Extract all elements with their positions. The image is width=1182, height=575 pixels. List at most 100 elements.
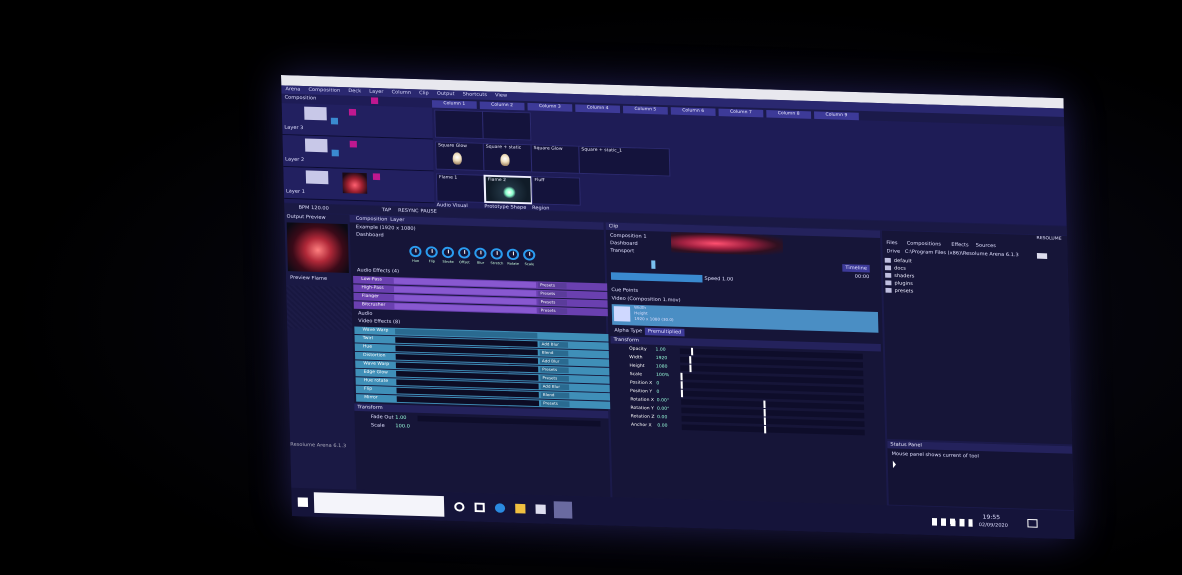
effect-preset-select[interactable]: Blend (539, 349, 569, 357)
effect-preset-select[interactable]: Presets (540, 366, 569, 374)
menu-view[interactable]: View (495, 92, 507, 101)
effect-preset-select[interactable]: Add Blur (540, 383, 570, 391)
tab-composition[interactable]: Composition (356, 215, 388, 223)
effect-preset-select[interactable]: Presets (538, 299, 568, 306)
layer-row-3[interactable]: Layer 3 (281, 103, 433, 140)
fade-value[interactable]: 1.00 (395, 414, 407, 422)
timeline-playhead[interactable] (651, 260, 656, 269)
effect-preset-select[interactable]: Presets (540, 400, 570, 407)
clip-transport-section[interactable]: Transport (610, 247, 634, 255)
param-slider-handle[interactable] (680, 389, 684, 398)
param-slider-handle[interactable] (763, 408, 766, 417)
column-header[interactable]: Column 5 (622, 105, 668, 115)
bpm-display[interactable]: BPM 120.00 (298, 204, 329, 212)
effect-preset-select[interactable]: Presets (538, 290, 567, 298)
cue-points-section[interactable]: Cue Points (611, 286, 638, 294)
speed-control[interactable]: Speed 1.00 (704, 275, 733, 283)
resolume-app-icon[interactable] (553, 501, 573, 519)
dashboard-section[interactable]: Dashboard (356, 231, 384, 239)
layer-row-2[interactable]: Layer 2 (282, 135, 434, 172)
menu-clip[interactable]: Clip (419, 89, 429, 98)
layer-clear-button[interactable] (372, 173, 381, 181)
file-explorer-icon[interactable] (515, 503, 526, 514)
param-value[interactable]: 0.00 (657, 423, 682, 431)
column-header[interactable]: Column 4 (575, 104, 621, 114)
param-value[interactable]: 100% (656, 372, 681, 380)
menu-output[interactable]: Output (437, 90, 455, 99)
pause-button[interactable]: PAUSE (420, 208, 437, 216)
effect-preset-select[interactable]: Add Blur (539, 358, 569, 365)
windows-start-icon[interactable] (297, 497, 309, 508)
dashboard-knob[interactable] (409, 245, 422, 258)
param-value[interactable]: 1080 (656, 364, 681, 372)
clip-flame-2-selected[interactable]: Flame 2 (483, 174, 534, 205)
column-header[interactable]: Column 3 (527, 102, 573, 112)
column-header[interactable]: Column 9 (814, 111, 859, 121)
dashboard-knob[interactable] (441, 246, 455, 259)
cortana-icon[interactable] (454, 502, 465, 512)
menu-shortcuts[interactable]: Shortcuts (463, 91, 488, 100)
param-slider-handle[interactable] (689, 364, 692, 373)
column-header[interactable]: Column 1 (431, 100, 477, 109)
clip-square-static-1[interactable]: Square + static_1 (578, 145, 671, 177)
layer-clear-button[interactable] (349, 140, 357, 148)
dashboard-knob[interactable] (474, 247, 487, 260)
tab-layer[interactable]: Layer (390, 216, 404, 224)
param-value[interactable]: 0.00° (657, 406, 682, 414)
tab-effects[interactable]: Effects (951, 241, 968, 249)
layer-row-1[interactable]: Layer 1 (283, 166, 435, 204)
effect-preset-select[interactable]: Presets (540, 375, 569, 382)
composition-clear-button[interactable] (370, 97, 379, 105)
edge-browser-icon[interactable] (494, 503, 506, 513)
effect-preset-select[interactable]: Add Blur (539, 341, 569, 348)
clip-fluff[interactable]: Fluff (531, 176, 581, 206)
resync-button[interactable]: RESYNC (398, 207, 419, 215)
param-value[interactable]: 1920 (656, 355, 681, 363)
action-center-icon[interactable] (1027, 518, 1038, 528)
param-value[interactable]: 0 (656, 389, 681, 397)
clock-date[interactable]: 02/09/2020 (979, 521, 1008, 529)
column-header[interactable]: Column 8 (766, 109, 812, 119)
alpha-type-select[interactable]: Premultiplied (644, 327, 685, 337)
dashboard-knob[interactable] (457, 247, 471, 259)
param-value[interactable]: 0 (656, 380, 681, 388)
param-slider-handle[interactable] (680, 372, 683, 381)
audio-effects-title[interactable]: Audio Effects (4) (357, 267, 399, 276)
task-view-icon[interactable] (474, 502, 485, 513)
param-value[interactable]: 0.00 (657, 414, 682, 422)
tab-compositions[interactable]: Compositions (907, 240, 942, 249)
tab-sources[interactable]: Sources (976, 242, 996, 250)
column-header[interactable]: Column 2 (479, 101, 525, 111)
system-tray-icons[interactable] (931, 518, 973, 527)
param-slider-handle[interactable] (764, 425, 767, 434)
video-effects-title[interactable]: Video Effects (8) (358, 317, 400, 326)
clip-slot[interactable] (434, 109, 484, 140)
clip-square-glow[interactable]: Square Glow (434, 141, 485, 172)
param-slider-handle[interactable] (763, 400, 766, 409)
effect-preset-select[interactable]: Presets (538, 282, 567, 289)
effect-preset-select[interactable]: Blend (540, 392, 570, 399)
drive-select[interactable]: Drive (886, 248, 900, 256)
param-value[interactable]: 1.00 (655, 347, 680, 355)
timeline-button[interactable]: Timeline (842, 264, 871, 273)
param-slider-handle[interactable] (763, 417, 767, 425)
scale-value[interactable]: 100.0 (395, 422, 410, 430)
folder-item[interactable]: presets (885, 287, 913, 295)
dashboard-knob[interactable] (506, 248, 520, 261)
clip-slot[interactable] (481, 110, 532, 141)
param-value[interactable]: 0.00° (657, 397, 682, 405)
column-header[interactable]: Column 7 (718, 108, 764, 118)
store-icon[interactable] (535, 504, 546, 515)
tap-button[interactable]: TAP (382, 206, 391, 214)
view-toggle-icon[interactable] (1036, 253, 1048, 259)
dashboard-knob[interactable] (522, 249, 536, 261)
clip-square-static[interactable]: Square + static (482, 142, 533, 173)
menu-deck[interactable]: Deck (348, 87, 361, 96)
taskbar-search-box[interactable] (313, 492, 445, 517)
param-slider-handle[interactable] (689, 356, 692, 364)
dashboard-knob[interactable] (425, 246, 438, 258)
layer-solo-button[interactable] (330, 117, 339, 125)
clip-flame-1[interactable]: Flame 1 (435, 173, 486, 203)
dashboard-knob[interactable] (490, 248, 503, 260)
clip-square-glow-2[interactable]: Square Glow (530, 144, 580, 174)
